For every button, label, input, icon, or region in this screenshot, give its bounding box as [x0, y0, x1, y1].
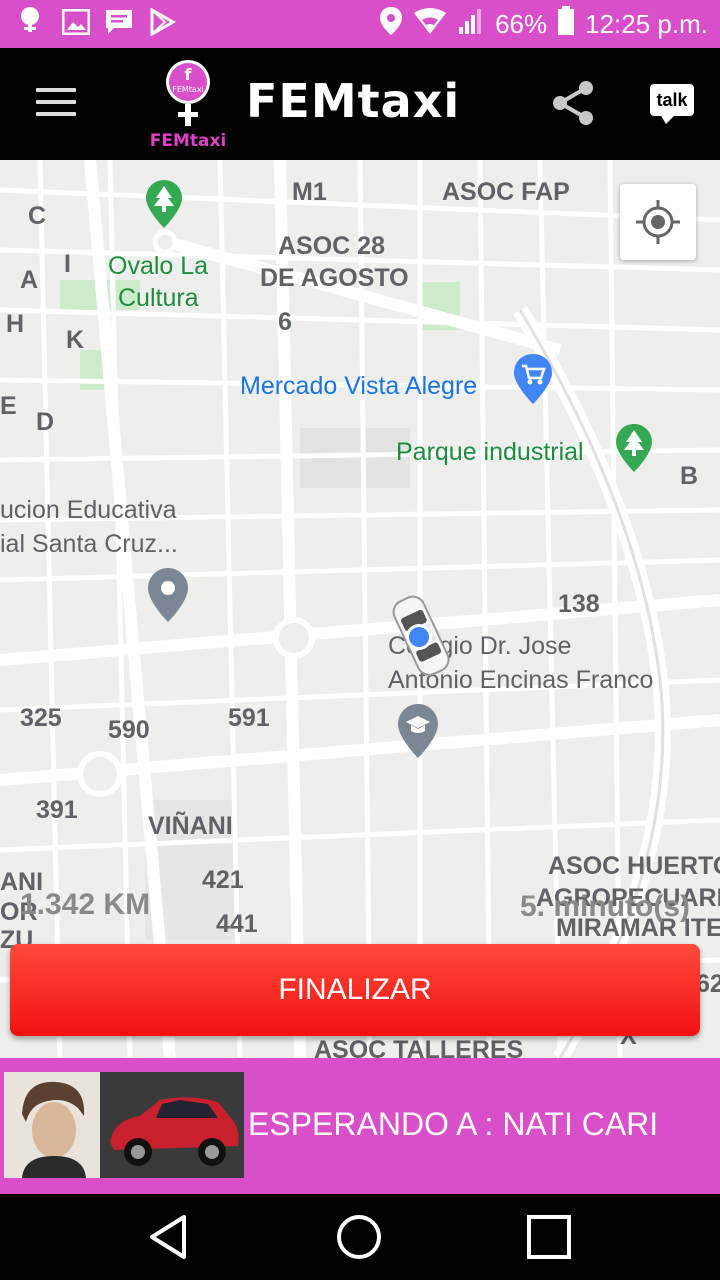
map-label: 441	[216, 910, 258, 938]
map-label: 590	[108, 716, 150, 744]
menu-icon-line	[36, 88, 76, 92]
shopping-pin-icon[interactable]	[512, 352, 554, 411]
map-label: ASOC TALLERES	[314, 1036, 524, 1058]
status-bar: 66% 12:25 p.m.	[0, 0, 720, 48]
map-label: Parque industrial	[396, 438, 584, 466]
waiting-status: ESPERANDO A : NATI CARI	[248, 1106, 659, 1142]
svg-text:FEMtaxi: FEMtaxi	[172, 85, 204, 94]
waiting-bar: ESPERANDO A : NATI CARI	[0, 1058, 720, 1194]
map-label: Mercado Vista Alegre	[240, 372, 478, 400]
school-pin-icon[interactable]	[396, 702, 440, 765]
map-label: 138	[558, 590, 600, 618]
wifi-icon	[413, 7, 447, 42]
femtaxi-notification-icon	[12, 4, 48, 45]
map-label: VIÑANI	[148, 812, 233, 840]
play-store-icon	[148, 6, 177, 41]
map-label: A	[20, 266, 39, 294]
place-pin-icon[interactable]	[146, 566, 190, 629]
crosshair-icon	[636, 200, 680, 244]
trip-distance: 1.342 KM	[20, 888, 151, 921]
share-icon[interactable]	[548, 78, 598, 128]
menu-icon-line	[36, 112, 76, 116]
battery-percent: 66%	[495, 8, 548, 39]
recents-icon[interactable]	[524, 1212, 574, 1262]
finalize-button[interactable]: FINALIZAR	[10, 944, 700, 1036]
map-label: 325	[20, 704, 62, 732]
battery-icon	[557, 5, 575, 43]
map-label: 391	[36, 796, 78, 824]
image-icon	[61, 8, 91, 40]
menu-icon-line	[36, 100, 76, 104]
map-label: H	[6, 310, 25, 338]
my-location-button[interactable]	[620, 184, 696, 260]
home-icon[interactable]	[334, 1212, 384, 1262]
map-label: I	[64, 250, 71, 278]
system-nav-bar	[0, 1194, 720, 1280]
app-header: f FEMtaxi FEMtaxi FEMtaxi talk	[0, 48, 720, 160]
map-label: 591	[228, 704, 270, 732]
map-view[interactable]: M1 ASOC FAP C A I H K E D B Ovalo La Cul…	[0, 160, 720, 1058]
talk-icon[interactable]: talk	[650, 84, 694, 126]
map-label: D	[36, 408, 55, 436]
location-icon	[379, 6, 403, 43]
map-label: ASOC 28	[278, 232, 385, 260]
map-label: ASOC HUERTO	[548, 852, 720, 880]
map-label: C	[28, 202, 47, 230]
map-label: ial Santa Cruz...	[0, 530, 178, 558]
park-pin-icon[interactable]	[614, 422, 654, 479]
svg-text:FEMtaxi: FEMtaxi	[150, 131, 227, 151]
menu-button[interactable]	[36, 88, 76, 118]
svg-text:f: f	[185, 65, 193, 84]
clock: 12:25 p.m.	[585, 8, 708, 39]
message-icon	[104, 8, 134, 41]
map-label: Ovalo La	[108, 252, 209, 280]
trip-duration: 5. minuto(s)	[520, 890, 690, 923]
app-title: FEMtaxi	[246, 74, 461, 128]
signal-icon	[457, 7, 485, 42]
map-label: DE AGOSTO	[260, 264, 409, 292]
map-label: M1	[292, 178, 327, 206]
map-label: Cultura	[118, 284, 199, 312]
passenger-avatar	[4, 1072, 100, 1178]
femtaxi-logo: f FEMtaxi FEMtaxi	[140, 58, 236, 154]
back-icon[interactable]	[144, 1212, 194, 1262]
map-label: K	[66, 326, 85, 354]
map-label: E	[0, 392, 17, 420]
current-location-icon	[404, 622, 434, 657]
map-label: B	[680, 462, 699, 490]
map-label: ucion Educativa	[0, 496, 177, 524]
talk-label: talk	[650, 84, 694, 116]
park-pin-icon[interactable]	[144, 178, 184, 235]
map-label: 6	[278, 308, 292, 336]
car-photo	[100, 1072, 244, 1178]
map-label: ASOC FAP	[442, 178, 570, 206]
map-label: 421	[202, 866, 244, 894]
talk-bubble-tail	[660, 114, 676, 124]
